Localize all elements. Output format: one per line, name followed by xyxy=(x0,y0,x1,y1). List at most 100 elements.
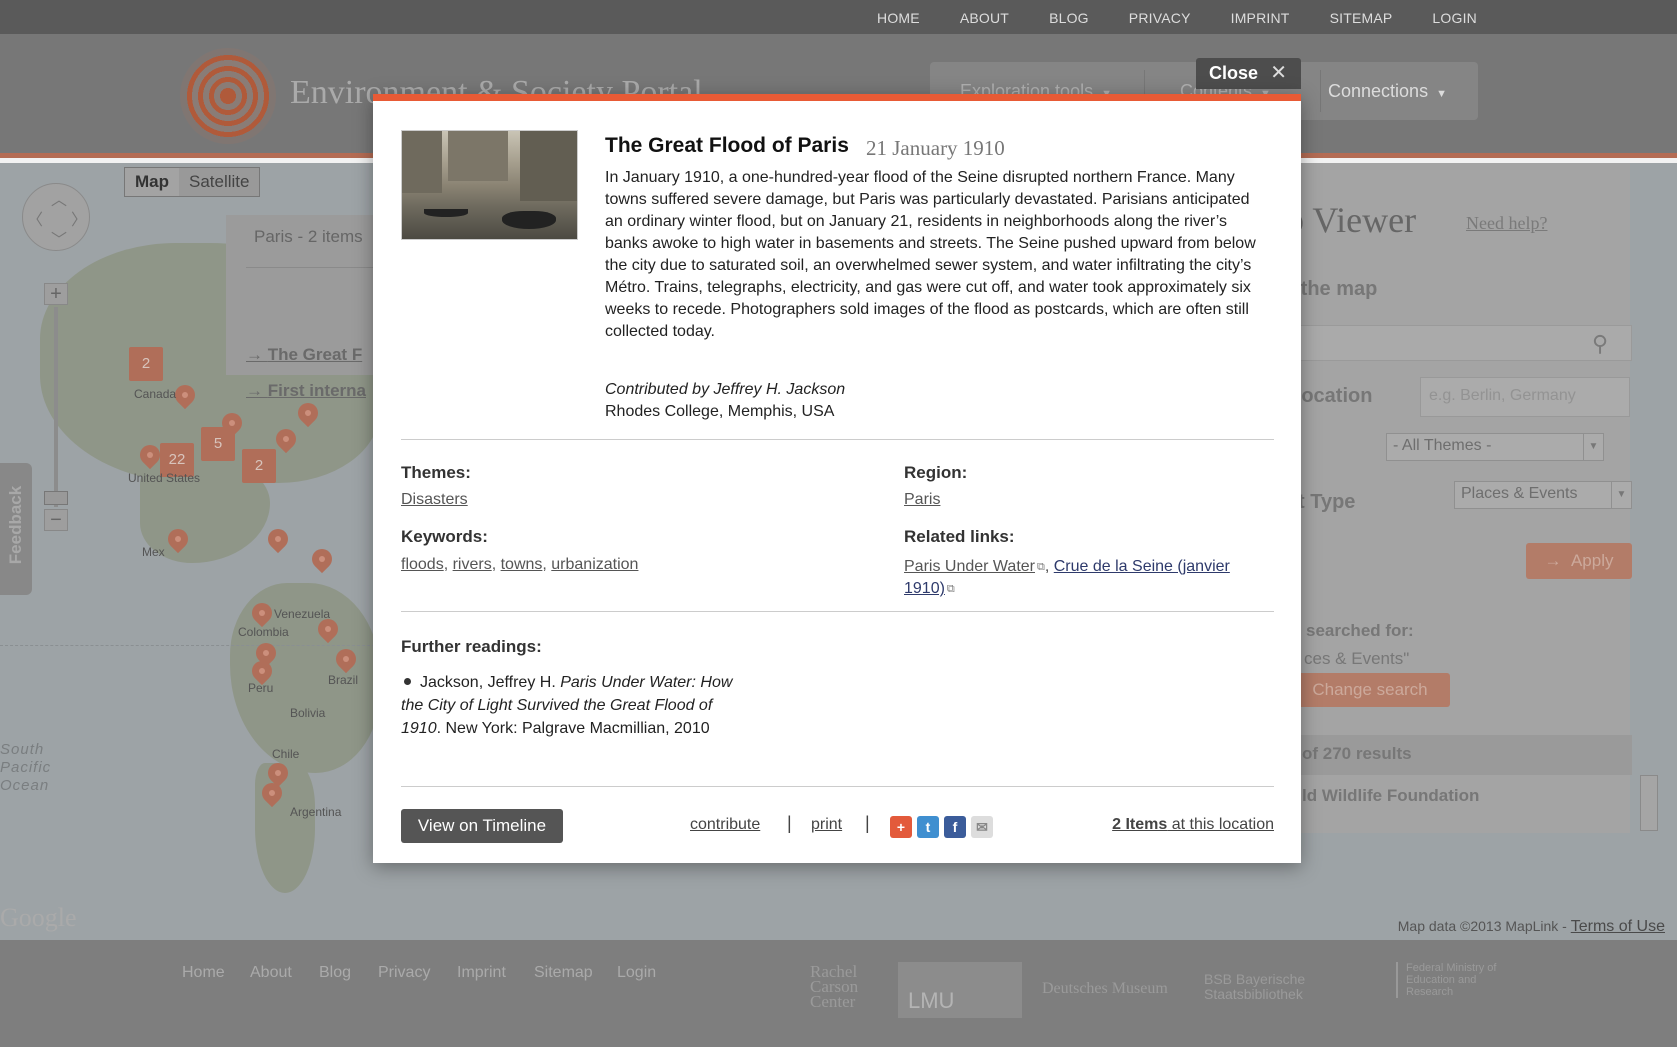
search-icon[interactable]: ⚲ xyxy=(1592,331,1608,357)
view-on-timeline-button[interactable]: View on Timeline xyxy=(401,809,563,843)
topnav-sitemap[interactable]: SITEMAP xyxy=(1330,0,1393,36)
topnav-imprint[interactable]: IMPRINT xyxy=(1231,0,1290,36)
print-link[interactable]: print xyxy=(811,816,842,834)
pan-left-icon[interactable]: 〈 xyxy=(27,206,43,230)
keyword-link-urbanization[interactable]: urbanization xyxy=(551,556,638,573)
map-type-map-button[interactable]: Map xyxy=(125,168,179,196)
content-type-select[interactable]: Places & Events ▼ xyxy=(1454,481,1632,509)
footer-imprint-link[interactable]: Imprint xyxy=(457,964,506,982)
map-cluster[interactable]: 2 xyxy=(242,449,276,483)
pan-right-icon[interactable]: 〉 xyxy=(71,206,87,230)
info-window-link[interactable]: → First interna xyxy=(246,381,366,401)
map-label: Brazil xyxy=(328,673,359,687)
pan-control[interactable]: ︿ ﹀ 〈 〉 xyxy=(22,183,90,251)
share-plus-icon[interactable]: + xyxy=(890,816,912,838)
detail-modal: The Great Flood of Paris 21 January 1910… xyxy=(373,94,1301,863)
deutsches-museum-logo[interactable]: Deutsches Museum xyxy=(1042,980,1168,998)
need-help-link[interactable]: Need help? xyxy=(1466,213,1547,234)
email-icon[interactable]: ✉ xyxy=(971,816,993,838)
footer-sitemap-link[interactable]: Sitemap xyxy=(534,964,593,982)
pan-up-icon[interactable]: ︿ xyxy=(51,186,67,210)
change-search-button[interactable]: Change search xyxy=(1290,673,1450,707)
map-label: Chile xyxy=(272,747,300,761)
ocean-label-line: Pacific xyxy=(0,759,52,776)
location-input[interactable]: e.g. Berlin, Germany xyxy=(1420,377,1630,417)
photo-boat xyxy=(502,211,556,229)
map-cluster[interactable]: 5 xyxy=(201,427,235,461)
topnav-privacy[interactable]: PRIVACY xyxy=(1129,0,1191,36)
reading-item: Jackson, Jeffrey H. Paris Under Water: H… xyxy=(401,671,741,740)
region-link-paris[interactable]: Paris xyxy=(904,491,940,509)
map-marker[interactable] xyxy=(307,544,337,574)
google-logo[interactable]: Google xyxy=(0,903,77,933)
topnav-home[interactable]: HOME xyxy=(877,0,920,36)
close-button[interactable]: Close ✕ xyxy=(1196,58,1301,89)
apply-button[interactable]: → Apply xyxy=(1526,543,1632,579)
divider xyxy=(401,439,1274,440)
related-link-paris-under-water[interactable]: Paris Under Water xyxy=(904,558,1035,575)
info-window-title: Paris - 2 items xyxy=(254,227,363,246)
divider xyxy=(401,786,1274,787)
flood-photo[interactable] xyxy=(401,130,578,240)
keyword-link-rivers[interactable]: rivers xyxy=(453,556,492,573)
map-label: Peru xyxy=(248,681,274,695)
footer-privacy-link[interactable]: Privacy xyxy=(378,964,430,982)
zoom-in-button[interactable]: + xyxy=(44,283,68,305)
photo-building xyxy=(520,131,577,201)
map-type-satellite-button[interactable]: Satellite xyxy=(179,168,260,196)
feedback-tab[interactable]: Feedback xyxy=(0,463,32,595)
footer-about-link[interactable]: About xyxy=(250,964,292,982)
zoom-out-button[interactable]: − xyxy=(44,509,68,531)
footer-blog-link[interactable]: Blog xyxy=(319,964,351,982)
lmu-logo[interactable]: LMU xyxy=(898,962,1022,1018)
arrow-right-icon: → xyxy=(1544,551,1571,570)
pan-down-icon[interactable]: ﹀ xyxy=(51,226,67,250)
contributor: Contributed by Jeffrey H. Jackson xyxy=(605,381,846,398)
theme-link-disasters[interactable]: Disasters xyxy=(401,491,468,509)
map-marker[interactable] xyxy=(263,524,293,554)
topnav-login[interactable]: LOGIN xyxy=(1432,0,1477,36)
theme-select-value: - All Themes - xyxy=(1393,437,1492,454)
apply-button-label: Apply xyxy=(1570,551,1614,570)
equator-line xyxy=(0,645,380,646)
items-at-location-link[interactable]: 2 Items at this location xyxy=(1089,816,1274,834)
close-button-label: Close xyxy=(1209,63,1259,83)
keyword-link-floods[interactable]: floods xyxy=(401,556,444,573)
ocean-label-line: South xyxy=(0,741,45,758)
topnav-blog[interactable]: BLOG xyxy=(1049,0,1089,36)
bullet-icon xyxy=(404,678,411,686)
rachel-carson-center-logo[interactable]: Rachel Carson Center xyxy=(810,963,880,1010)
chevron-down-icon: ▼ xyxy=(1611,482,1631,508)
keyword-link-towns[interactable]: towns xyxy=(501,556,543,573)
terms-of-use-link[interactable]: Terms of Use xyxy=(1571,918,1665,935)
portal-logo-icon[interactable] xyxy=(180,48,276,144)
result-item[interactable]: ld Wildlife Foundation xyxy=(1302,786,1479,806)
map-label: Venezuela xyxy=(274,607,331,621)
info-window-link[interactable]: → The Great F xyxy=(246,345,362,365)
nav-connections[interactable]: Connections ▼ xyxy=(1328,62,1447,120)
keyword-list: floods, rivers, towns, urbanization xyxy=(401,556,639,573)
external-link-icon: ⧉ xyxy=(1037,561,1045,573)
footer-login-link[interactable]: Login xyxy=(617,964,656,982)
map-label: Argentina xyxy=(290,805,342,819)
feedback-label: Feedback xyxy=(6,485,25,565)
chevron-down-icon: ▼ xyxy=(1583,434,1603,460)
zoom-slider-handle[interactable] xyxy=(44,491,68,505)
bsb-logo[interactable]: BSB Bayerische Staatsbibliothek xyxy=(1204,972,1344,1002)
twitter-icon[interactable]: t xyxy=(917,816,939,838)
map-cluster[interactable]: 2 xyxy=(129,347,163,381)
facebook-icon[interactable]: f xyxy=(944,816,966,838)
zoom-slider-track[interactable] xyxy=(54,307,58,507)
contribute-link[interactable]: contribute xyxy=(690,816,760,834)
ocean-label: South Pacific Ocean xyxy=(0,741,51,795)
theme-select[interactable]: - All Themes - ▼ xyxy=(1386,433,1604,461)
federal-ministry-logo[interactable]: Federal Ministry of Education and Resear… xyxy=(1396,962,1516,998)
map-attribution-text: Map data ©2013 MapLink - xyxy=(1397,918,1571,934)
modal-description: In January 1910, a one-hundred-year floo… xyxy=(605,169,1256,340)
topnav-about[interactable]: ABOUT xyxy=(960,0,1009,36)
results-count: of 270 results xyxy=(1302,744,1412,763)
footer-home-link[interactable]: Home xyxy=(182,964,225,982)
south-america-cone-land xyxy=(255,763,315,893)
affiliation: Rhodes College, Memphis, USA xyxy=(605,403,835,420)
results-scrollbar[interactable] xyxy=(1640,775,1658,831)
